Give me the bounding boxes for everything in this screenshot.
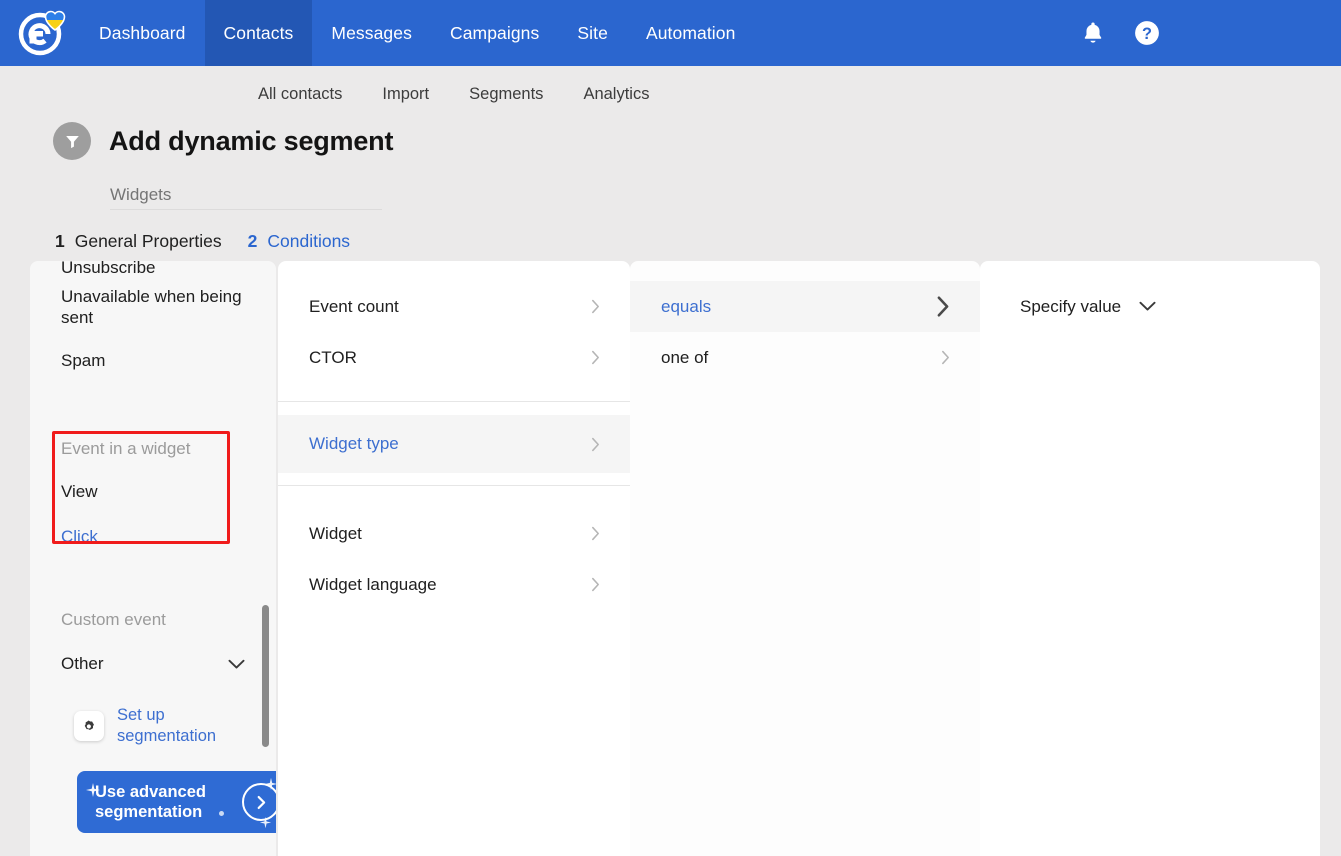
list-item-widget-type[interactable]: Widget type — [278, 415, 630, 473]
dropdown-value: Other — [61, 654, 104, 673]
step-label: Conditions — [267, 231, 351, 251]
subnav-item-analytics[interactable]: Analytics — [583, 85, 649, 104]
list-item-label: one of — [661, 347, 709, 367]
subnav-item-import[interactable]: Import — [382, 85, 429, 104]
use-advanced-segmentation-label: Use advanced segmentation — [95, 782, 206, 821]
specify-value-dropdown[interactable]: Specify value — [980, 281, 1320, 332]
contacts-subnav: All contacts Import Segments Analytics — [0, 66, 1341, 122]
condition-column-value: Specify value — [980, 261, 1320, 856]
chevron-right-icon — [592, 437, 599, 451]
list-item-unsubscribe[interactable]: Unsubscribe — [30, 261, 276, 283]
group-header-label: Custom event — [61, 610, 166, 629]
list-item-label: Widget language — [309, 574, 437, 594]
nav-item-automation[interactable]: Automation — [627, 0, 755, 66]
use-advanced-segmentation-button[interactable]: Use advanced segmentation — [77, 771, 276, 833]
list-item-click[interactable]: Click — [30, 515, 276, 560]
list-item-label: Unsubscribe — [61, 261, 156, 277]
subnav-label: Analytics — [583, 84, 650, 103]
ukraine-heart-icon — [44, 10, 66, 31]
set-up-segmentation-link[interactable]: Set up segmentation — [30, 705, 276, 746]
specify-value-label: Specify value — [1020, 296, 1122, 316]
list-item-label: Event count — [309, 296, 399, 316]
nav-label: Contacts — [223, 22, 294, 43]
gear-icon — [74, 710, 104, 741]
condition-picker: Unsubscribe Unavailable when being sent … — [0, 261, 1341, 856]
custom-event-dropdown[interactable]: Other — [30, 641, 276, 687]
logo[interactable] — [0, 0, 80, 66]
bell-icon[interactable] — [1079, 19, 1107, 47]
condition-column-categories: Unsubscribe Unavailable when being sent … — [30, 261, 276, 856]
nav-item-contacts[interactable]: Contacts — [204, 0, 313, 66]
step-label: General Properties — [74, 231, 222, 251]
group-header-custom-event: Custom event — [30, 599, 276, 641]
nav-label: Automation — [645, 22, 736, 43]
subnav-item-segments[interactable]: Segments — [469, 85, 543, 104]
subnav-label: All contacts — [258, 84, 343, 103]
top-navigation-bar: Dashboard Contacts Messages Campaigns Si… — [0, 0, 1341, 66]
list-item-widget[interactable]: Widget — [278, 508, 630, 559]
step-number: 2 — [247, 231, 258, 251]
subnav-item-all-contacts[interactable]: All contacts — [258, 85, 342, 104]
nav-label: Site — [577, 22, 608, 43]
list-item-view[interactable]: View — [30, 470, 276, 515]
set-up-segmentation-label: Set up segmentation — [117, 706, 217, 745]
filter-funnel-icon — [53, 122, 91, 160]
list-item-label: CTOR — [309, 347, 357, 367]
esputnik-logo-icon — [17, 10, 66, 56]
nav-item-site[interactable]: Site — [558, 0, 627, 66]
chevron-down-icon — [1139, 301, 1156, 311]
list-item-event-count[interactable]: Event count — [278, 281, 630, 332]
page-header: Add dynamic segment — [53, 122, 393, 160]
list-item-spam[interactable]: Spam — [30, 339, 276, 384]
group-header-event-in-a-widget: Event in a widget — [30, 428, 276, 470]
subnav-label: Import — [382, 84, 430, 103]
wizard-steps: 1 General Properties 2 Conditions — [55, 231, 350, 252]
list-item-label: Unavailable when being sent — [61, 287, 242, 327]
nav-label: Campaigns — [449, 22, 540, 43]
nav-item-campaigns[interactable]: Campaigns — [431, 0, 558, 66]
chevron-right-icon — [592, 577, 599, 592]
page-title: Add dynamic segment — [109, 125, 394, 156]
chevron-right-icon — [942, 350, 949, 365]
nav-item-messages[interactable]: Messages — [312, 0, 431, 66]
condition-column-operators: equals one of — [630, 261, 980, 856]
list-item-label: equals — [661, 296, 712, 316]
segment-name-input[interactable] — [110, 180, 382, 210]
chevron-right-icon — [592, 526, 599, 541]
help-icon[interactable]: ? — [1133, 19, 1161, 47]
list-item-equals[interactable]: equals — [630, 281, 980, 332]
svg-text:?: ? — [1142, 25, 1152, 43]
step-conditions[interactable]: 2 Conditions — [248, 231, 350, 252]
subnav-label: Segments — [469, 84, 544, 103]
primary-nav-items: Dashboard Contacts Messages Campaigns Si… — [80, 0, 754, 66]
list-item-unavailable-when-being-sent[interactable]: Unavailable when being sent — [30, 283, 276, 339]
step-general-properties[interactable]: 1 General Properties — [55, 231, 222, 252]
list-item-label: View — [61, 482, 98, 502]
chevron-right-icon — [937, 296, 949, 317]
list-item-ctor[interactable]: CTOR — [278, 332, 630, 383]
condition-column-attributes: Event count CTOR Widget type Widget Widg… — [278, 261, 630, 856]
nav-label: Messages — [331, 22, 412, 43]
nav-label: Dashboard — [99, 22, 186, 43]
step-number: 1 — [55, 231, 65, 251]
left-panel-scrollbar[interactable] — [262, 605, 269, 747]
list-item-label: Click — [61, 527, 98, 547]
list-item-widget-language[interactable]: Widget language — [278, 559, 630, 610]
list-item-label: Widget — [309, 523, 362, 543]
list-item-label: Spam — [61, 351, 106, 371]
group-header-label: Event in a widget — [61, 439, 191, 458]
chevron-right-icon — [592, 299, 599, 314]
list-item-one-of[interactable]: one of — [630, 332, 980, 383]
chevron-right-icon — [592, 350, 599, 365]
chevron-down-icon — [228, 659, 245, 668]
circle-arrow-right-icon — [242, 783, 276, 821]
topbar-actions: ? — [1079, 0, 1341, 66]
list-item-label: Widget type — [309, 434, 399, 453]
nav-item-dashboard[interactable]: Dashboard — [80, 0, 205, 66]
